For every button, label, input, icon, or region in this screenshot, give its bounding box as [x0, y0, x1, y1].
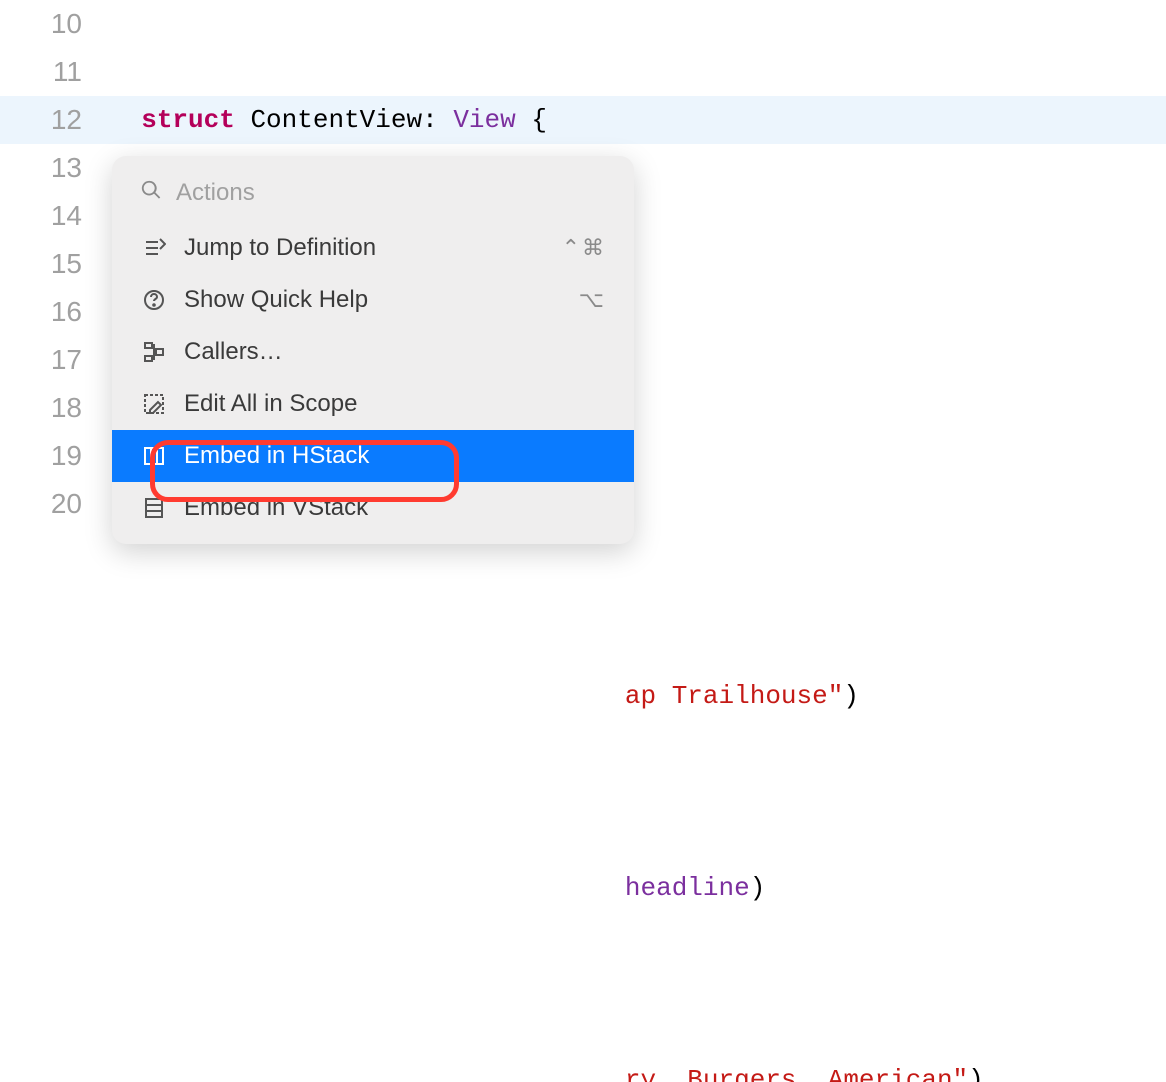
string-categories: ry, Burgers, American — [625, 1065, 953, 1082]
typename-contentview: ContentView — [250, 105, 422, 135]
menu-jump-to-definition[interactable]: Jump to Definition ⌃⌘ — [112, 222, 634, 274]
line-number-gutter: 1011121314151617181920 — [0, 0, 100, 528]
line-number: 12 — [0, 96, 82, 144]
menu-label: Callers… — [184, 338, 590, 366]
menu-label: Jump to Definition — [184, 234, 546, 262]
keyword-struct: struct — [141, 105, 235, 135]
menu-show-quick-help[interactable]: Show Quick Help ⌥ — [112, 274, 634, 326]
line-number: 20 — [0, 480, 82, 528]
actions-popover: Jump to Definition ⌃⌘ Show Quick Help ⌥ … — [112, 156, 634, 544]
menu-embed-in-vstack[interactable]: Embed in VStack — [112, 482, 634, 534]
vstack-icon — [140, 496, 168, 520]
menu-shortcut: ⌥ — [579, 287, 606, 313]
line-number: 15 — [0, 240, 82, 288]
menu-label: Embed in HStack — [184, 442, 590, 470]
menu-shortcut: ⌃⌘ — [562, 235, 606, 261]
actions-search-input[interactable] — [174, 178, 606, 208]
search-icon — [140, 179, 162, 208]
line-number: 14 — [0, 192, 82, 240]
string-trailhouse: ap Trailhouse — [625, 681, 828, 711]
line-number: 18 — [0, 384, 82, 432]
actions-search-row — [112, 172, 634, 222]
menu-embed-in-hstack[interactable]: Embed in HStack — [112, 430, 634, 482]
callers-icon — [140, 340, 168, 364]
menu-callers[interactable]: Callers… — [112, 326, 634, 378]
line-number: 13 — [0, 144, 82, 192]
edit-scope-icon — [140, 392, 168, 416]
menu-label: Show Quick Help — [184, 286, 563, 314]
type-view: View — [453, 105, 515, 135]
line-number: 10 — [0, 0, 82, 48]
hstack-icon — [140, 444, 168, 468]
code-line-10[interactable]: struct ContentView: View { — [110, 96, 1166, 144]
menu-edit-all-in-scope[interactable]: Edit All in Scope — [112, 378, 634, 430]
menu-label: Embed in VStack — [184, 494, 590, 522]
jump-icon — [140, 236, 168, 260]
code-line-15[interactable]: ry, Burgers, American") — [110, 1056, 1166, 1082]
line-number: 11 — [0, 48, 82, 96]
line-number: 17 — [0, 336, 82, 384]
line-number: 19 — [0, 432, 82, 480]
line-number: 16 — [0, 288, 82, 336]
menu-label: Edit All in Scope — [184, 390, 590, 418]
help-icon — [140, 288, 168, 312]
code-line-14[interactable]: headline) — [110, 864, 1166, 912]
modifier-headline: headline — [625, 873, 750, 903]
code-line-13[interactable]: ap Trailhouse") — [110, 672, 1166, 720]
